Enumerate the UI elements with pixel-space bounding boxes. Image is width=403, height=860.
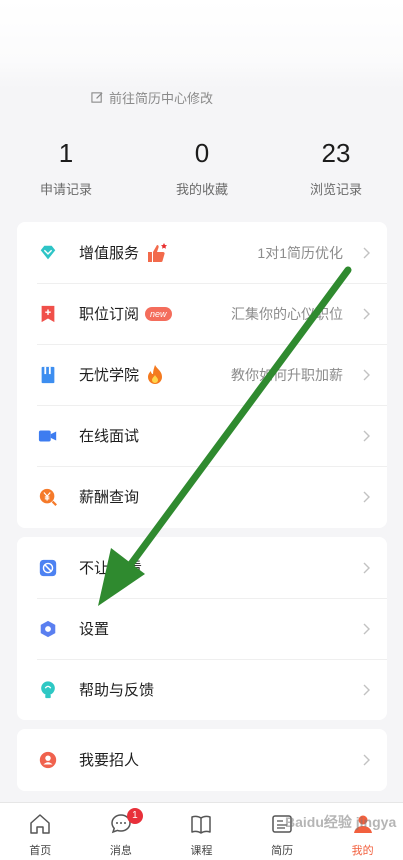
menu-item-label: 薪酬查询	[79, 489, 140, 506]
yuan-search-icon	[37, 486, 59, 508]
stat-value: 0	[194, 138, 210, 168]
menu-item-job-subscription[interactable]: 职位订阅 new 汇集你的心仪职位	[17, 283, 387, 344]
stat-value: 1	[58, 138, 74, 168]
new-badge: new	[145, 306, 172, 321]
nav-courses[interactable]: 课程	[161, 803, 242, 860]
chevron-right-icon	[363, 684, 370, 695]
chevron-right-icon	[363, 754, 370, 765]
edit-resume-link[interactable]: 前往简历中心修改	[91, 88, 213, 106]
menu-item-settings[interactable]: 设置	[17, 598, 387, 659]
stats-bar: 1 申请记录 0 我的收藏 23 浏览记录	[0, 135, 403, 205]
thumbs-up-icon	[145, 242, 169, 264]
menu-item-online-interview[interactable]: 在线面试	[17, 405, 387, 466]
menu-item-label: 设置	[79, 621, 110, 638]
help-bulb-icon	[37, 679, 59, 701]
recruit-icon	[37, 749, 59, 771]
menu-item-label: 帮助与反馈	[79, 682, 155, 699]
video-camera-icon	[37, 425, 59, 447]
menu-item-label: 无忧学院	[79, 367, 140, 384]
chevron-right-icon	[363, 430, 370, 441]
menu-item-desc: 教你如何升职加薪	[231, 366, 343, 383]
menu-item-label: 职位订阅	[79, 306, 140, 323]
chevron-right-icon	[363, 562, 370, 573]
settings-icon	[37, 618, 59, 640]
menu-item-help-feedback[interactable]: 帮助与反馈	[17, 659, 387, 720]
profile-page: 前往简历中心修改 1 申请记录 0 我的收藏 23 浏览记录 增值服务 1对1简…	[0, 0, 403, 860]
settings-card: 不让TA看 设置 帮助与反馈	[17, 537, 387, 720]
profile-header	[0, 0, 403, 88]
menu-item-label: 我要招人	[79, 752, 140, 769]
edit-icon	[91, 91, 103, 103]
nav-label: 我的	[351, 845, 374, 857]
stat-label: 申请记录	[39, 182, 92, 197]
chevron-right-icon	[363, 247, 370, 258]
unread-badge: 1	[126, 808, 143, 824]
diamond-icon	[37, 242, 59, 264]
flame-icon	[145, 364, 165, 386]
chevron-right-icon	[363, 491, 370, 502]
services-card: 增值服务 1对1简历优化 职位订阅 new 汇集你的心仪职位 无忧学院 教你如何…	[17, 222, 387, 528]
stat-browsing-history[interactable]: 23 浏览记录	[281, 135, 391, 198]
home-icon	[30, 814, 51, 834]
menu-item-desc: 汇集你的心仪职位	[231, 305, 343, 322]
stat-applications[interactable]: 1 申请记录	[11, 135, 121, 198]
menu-item-label: 在线面试	[79, 428, 140, 445]
nav-label: 首页	[29, 845, 52, 857]
edit-hint-text: 前往简历中心修改	[109, 90, 214, 106]
menu-item-salary-query[interactable]: 薪酬查询	[17, 466, 387, 527]
watermark: Baidu经验 jingyan.baidu.com	[285, 814, 397, 830]
recruit-card: 我要招人	[17, 729, 387, 791]
menu-item-value-added[interactable]: 增值服务 1对1简历优化	[17, 222, 387, 283]
stat-favorites[interactable]: 0 我的收藏	[147, 135, 257, 198]
stat-label: 我的收藏	[175, 182, 228, 197]
chevron-right-icon	[363, 369, 370, 380]
nav-home[interactable]: 首页	[0, 803, 81, 860]
block-icon	[37, 557, 59, 579]
menu-item-desc: 1对1简历优化	[257, 244, 343, 261]
menu-item-academy[interactable]: 无忧学院 教你如何升职加薪	[17, 344, 387, 405]
bookmark-icon	[37, 303, 59, 325]
book-icon	[37, 364, 59, 386]
nav-label: 消息	[109, 845, 132, 857]
menu-item-recruit[interactable]: 我要招人	[17, 729, 387, 790]
menu-item-label: 不让TA看	[79, 560, 143, 577]
menu-item-block-viewers[interactable]: 不让TA看	[17, 537, 387, 598]
nav-messages[interactable]: 1 消息	[81, 803, 162, 860]
chevron-right-icon	[363, 308, 370, 319]
menu-item-label: 增值服务	[79, 245, 140, 262]
stat-label: 浏览记录	[309, 182, 362, 197]
stat-value: 23	[321, 138, 351, 168]
chevron-right-icon	[363, 623, 370, 634]
open-book-icon	[191, 815, 212, 834]
nav-label: 简历	[271, 845, 294, 857]
nav-label: 课程	[190, 845, 213, 857]
